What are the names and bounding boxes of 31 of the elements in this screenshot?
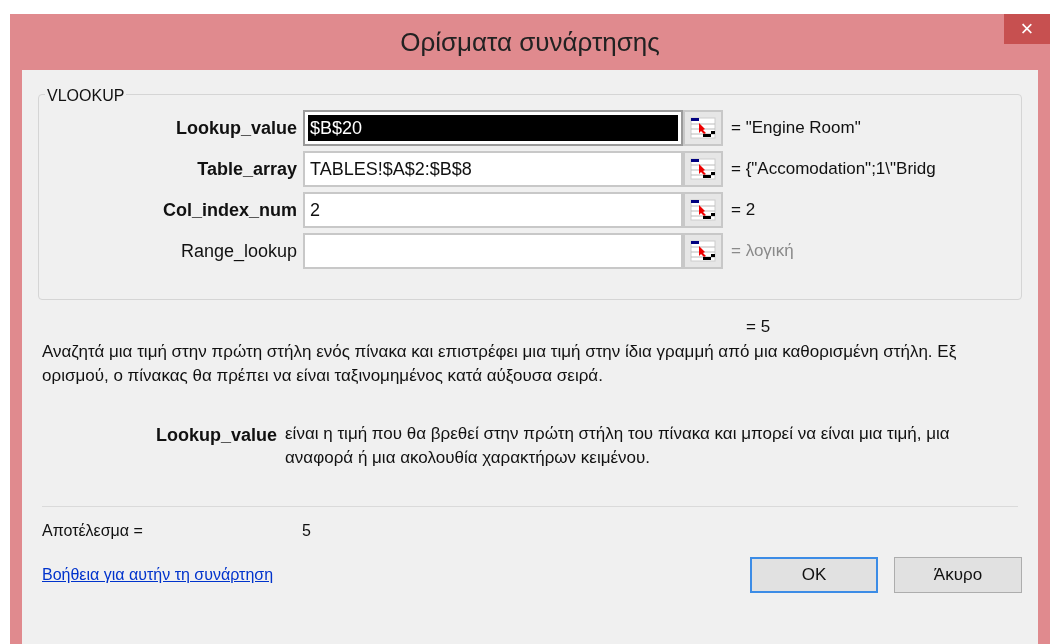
collapse-dialog-icon [689, 116, 717, 140]
dialog-button[interactable]: Άκυρο [894, 556, 1022, 593]
dialog-button[interactable]: OK [750, 556, 878, 593]
argument-label: Col_index_num [161, 198, 298, 222]
argument-result: = λογική [731, 240, 794, 263]
help-link[interactable]: Βοήθεια για αυτήν τη συνάρτηση [42, 562, 750, 587]
close-button[interactable]: × [1004, 14, 1050, 44]
collapse-dialog-button[interactable] [683, 110, 723, 146]
argument-field[interactable]: TABLES!$A$2:$B$8 [303, 151, 683, 187]
collapse-dialog-icon [689, 157, 717, 181]
result-label: Αποτέλεσμα = [42, 520, 144, 541]
argument-help-text: είναι η τιμή που θα βρεθεί στην πρώτη στήλη του πίνακα και μπορεί να είναι μια τιμή, μια αναφορά ή μια ακολουθία χαρακτήρων κειμένου. [285, 422, 951, 469]
collapse-dialog-button[interactable] [683, 151, 723, 187]
argument-result: = 2 [731, 199, 756, 222]
collapse-dialog-button[interactable] [683, 192, 723, 228]
argument-label: Lookup_value [174, 116, 298, 140]
argument-result: = "Engine Room" [731, 117, 861, 140]
argument-field[interactable]: 2 [303, 192, 683, 228]
window-title: Ορίσματα συνάρτησης [400, 25, 660, 59]
collapse-dialog-icon [689, 239, 717, 263]
result-value: 5 [302, 520, 311, 541]
argument-label: Range_lookup [179, 239, 298, 264]
function-description: Αναζητά μια τιμή στην πρώτη στήλη ενός πίνακα και επιστρέφει μια τιμή στην ίδια γραμμή από μια καθορισμένη στήλη. Εξ ορισμού, ο πίνακας θα πρέπει να είναι ταξινομημένος κατά αύξουσα σειρά. [42, 340, 958, 387]
argument-result: = {"Accomodation";1\"Bridg [731, 158, 936, 181]
argument-field[interactable]: $B$20 [303, 110, 683, 146]
collapse-dialog-button[interactable] [683, 233, 723, 269]
argument-field[interactable] [303, 233, 683, 269]
argument-label: Table_array [196, 157, 298, 181]
argument-help-name: Lookup_value [156, 423, 278, 447]
formula-result: = 5 [746, 316, 771, 338]
collapse-dialog-icon [689, 198, 717, 222]
